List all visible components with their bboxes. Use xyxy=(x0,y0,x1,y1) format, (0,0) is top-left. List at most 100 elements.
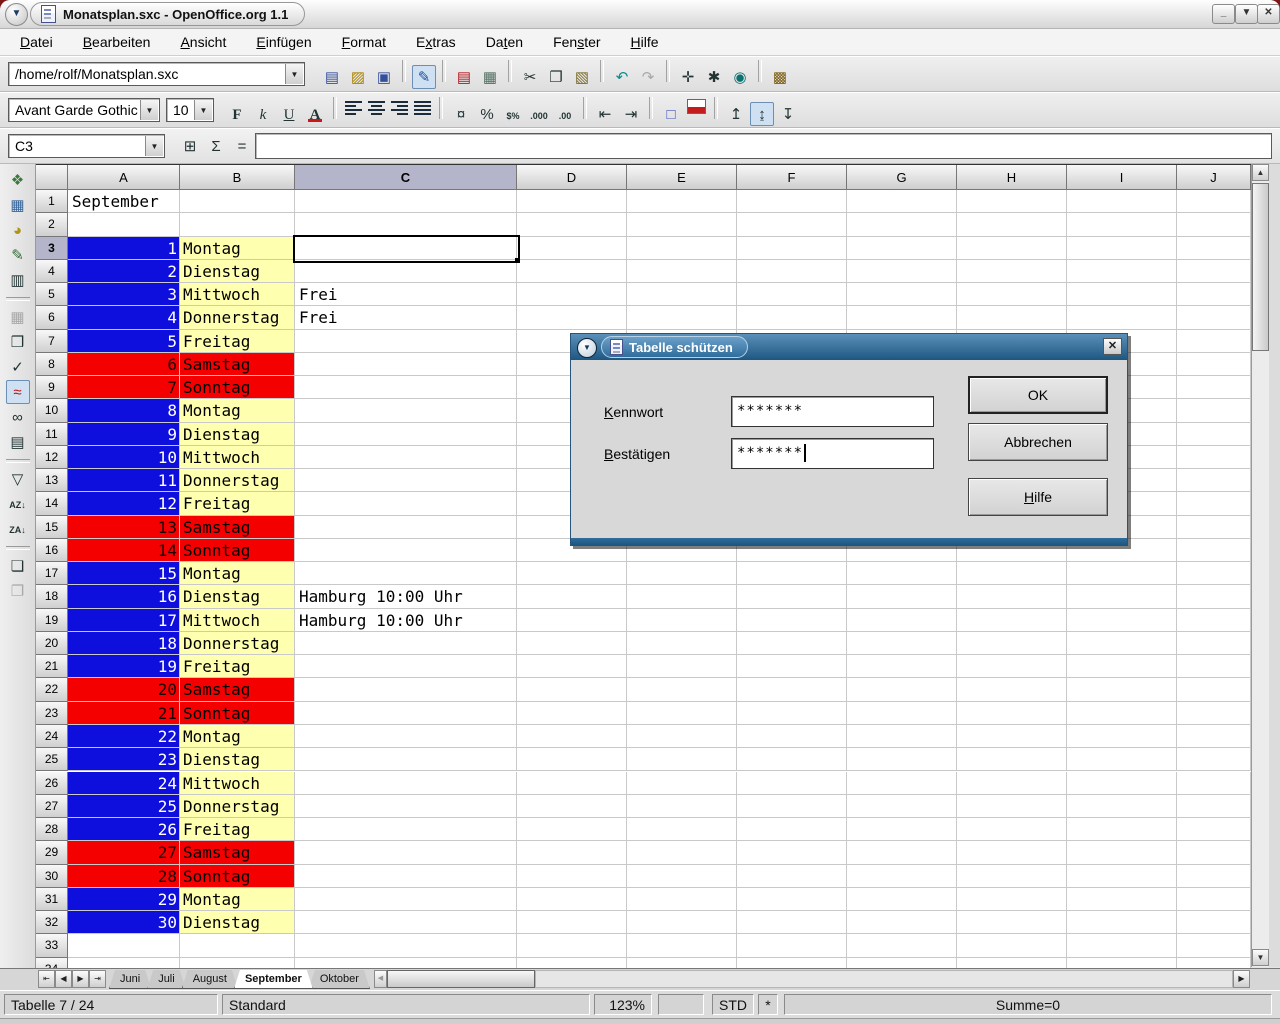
cell-F24[interactable] xyxy=(737,725,847,748)
row-header-25[interactable]: 25 xyxy=(36,748,68,771)
hyperlink-icon[interactable]: ◉ xyxy=(728,65,752,89)
cell-B15[interactable]: Samstag xyxy=(180,516,295,539)
row-header-30[interactable]: 30 xyxy=(36,865,68,888)
cell-D29[interactable] xyxy=(517,841,627,864)
next-sheet-button[interactable]: ▶ xyxy=(72,970,89,988)
cell-J28[interactable] xyxy=(1177,818,1251,841)
cell-C29[interactable] xyxy=(295,841,517,864)
cell-I19[interactable] xyxy=(1067,609,1177,632)
bold-icon[interactable]: F xyxy=(225,102,249,126)
cell-A20[interactable]: 18 xyxy=(68,632,180,655)
cell-E20[interactable] xyxy=(627,632,737,655)
column-header-A[interactable]: A xyxy=(68,165,180,190)
find-replace-icon[interactable]: ∞ xyxy=(6,405,30,429)
cell-J25[interactable] xyxy=(1177,748,1251,771)
cell-E19[interactable] xyxy=(627,609,737,632)
cell-B10[interactable]: Montag xyxy=(180,399,295,422)
maximize-button[interactable]: ▼ xyxy=(1235,4,1258,24)
undo-icon[interactable]: ↶ xyxy=(610,65,634,89)
cell-H26[interactable] xyxy=(957,772,1067,795)
cell-C23[interactable] xyxy=(295,702,517,725)
align-left-icon[interactable] xyxy=(345,101,362,114)
cell-G6[interactable] xyxy=(847,306,957,329)
cell-I3[interactable] xyxy=(1067,237,1177,260)
open-folder-icon[interactable]: ▨ xyxy=(346,65,370,89)
cell-E5[interactable] xyxy=(627,283,737,306)
cell-B29[interactable]: Samstag xyxy=(180,841,295,864)
cell-C19[interactable]: Hamburg 10:00 Uhr xyxy=(295,609,517,632)
sheet-tab-oktober[interactable]: Oktober xyxy=(309,970,370,989)
horizontal-scrollbar-trough[interactable] xyxy=(535,970,1233,988)
cell-A9[interactable]: 7 xyxy=(68,376,180,399)
insert-icon[interactable]: ❖ xyxy=(6,168,30,192)
cell-B25[interactable]: Dienstag xyxy=(180,748,295,771)
insert-object-icon[interactable]: ◕ xyxy=(6,218,30,242)
row-header-18[interactable]: 18 xyxy=(36,585,68,608)
row-header-31[interactable]: 31 xyxy=(36,888,68,911)
cell-D20[interactable] xyxy=(517,632,627,655)
status-insert-mode[interactable]: STD xyxy=(712,994,754,1015)
cell-C32[interactable] xyxy=(295,911,517,934)
cell-H32[interactable] xyxy=(957,911,1067,934)
url-combo[interactable]: /home/rolf/Monatsplan.sxc ▼ xyxy=(8,62,305,86)
cell-H19[interactable] xyxy=(957,609,1067,632)
cell-F21[interactable] xyxy=(737,655,847,678)
cell-H1[interactable] xyxy=(957,190,1067,213)
cell-J3[interactable] xyxy=(1177,237,1251,260)
selection-fill-handle[interactable] xyxy=(515,258,520,263)
cell-I28[interactable] xyxy=(1067,818,1177,841)
sum-icon[interactable]: Σ xyxy=(204,134,228,158)
cell-H2[interactable] xyxy=(957,213,1067,236)
cell-J33[interactable] xyxy=(1177,934,1251,957)
cell-D1[interactable] xyxy=(517,190,627,213)
cell-J4[interactable] xyxy=(1177,260,1251,283)
cell-A27[interactable]: 25 xyxy=(68,795,180,818)
cell-C5[interactable]: Frei xyxy=(295,283,517,306)
cell-A30[interactable]: 28 xyxy=(68,865,180,888)
cell-G4[interactable] xyxy=(847,260,957,283)
row-header-11[interactable]: 11 xyxy=(36,423,68,446)
cell-A32[interactable]: 30 xyxy=(68,911,180,934)
sheet-tab-juni[interactable]: Juni xyxy=(109,970,151,989)
cut-icon[interactable]: ✂ xyxy=(518,65,542,89)
sort-ascending-icon[interactable]: AZ↓ xyxy=(6,492,30,516)
menu-bearbeiten[interactable]: Bearbeiten xyxy=(73,31,161,53)
cell-B8[interactable]: Samstag xyxy=(180,353,295,376)
cell-A2[interactable] xyxy=(68,213,180,236)
cell-B16[interactable]: Sonntag xyxy=(180,539,295,562)
prev-sheet-button[interactable]: ◀ xyxy=(55,970,72,988)
cell-F23[interactable] xyxy=(737,702,847,725)
cell-J5[interactable] xyxy=(1177,283,1251,306)
cell-C33[interactable] xyxy=(295,934,517,957)
delete-decimal-icon[interactable]: .00 xyxy=(553,103,577,127)
autoformat-icon[interactable]: ▦ xyxy=(6,305,30,329)
cell-C25[interactable] xyxy=(295,748,517,771)
cell-H24[interactable] xyxy=(957,725,1067,748)
cell-J1[interactable] xyxy=(1177,190,1251,213)
cell-J31[interactable] xyxy=(1177,888,1251,911)
cell-H33[interactable] xyxy=(957,934,1067,957)
cell-J29[interactable] xyxy=(1177,841,1251,864)
cell-reference-dropdown-icon[interactable]: ▼ xyxy=(145,136,163,156)
row-header-13[interactable]: 13 xyxy=(36,469,68,492)
stylist-icon[interactable]: ✱ xyxy=(702,65,726,89)
cell-E6[interactable] xyxy=(627,306,737,329)
cell-C11[interactable] xyxy=(295,423,517,446)
cell-F2[interactable] xyxy=(737,213,847,236)
cell-J32[interactable] xyxy=(1177,911,1251,934)
cell-B32[interactable]: Dienstag xyxy=(180,911,295,934)
cell-A1[interactable]: September xyxy=(68,190,180,213)
cell-J2[interactable] xyxy=(1177,213,1251,236)
row-header-28[interactable]: 28 xyxy=(36,818,68,841)
font-size-dropdown-icon[interactable]: ▼ xyxy=(194,100,212,120)
cell-J6[interactable] xyxy=(1177,306,1251,329)
align-right-icon[interactable] xyxy=(391,101,408,114)
cell-J7[interactable] xyxy=(1177,330,1251,353)
cell-G25[interactable] xyxy=(847,748,957,771)
hscroll-right-icon[interactable]: ▶ xyxy=(1233,970,1250,988)
cell-C24[interactable] xyxy=(295,725,517,748)
cell-H25[interactable] xyxy=(957,748,1067,771)
dialog-window-menu-button[interactable]: ▼ xyxy=(577,338,597,358)
cell-B26[interactable]: Mittwoch xyxy=(180,772,295,795)
cell-A31[interactable]: 29 xyxy=(68,888,180,911)
